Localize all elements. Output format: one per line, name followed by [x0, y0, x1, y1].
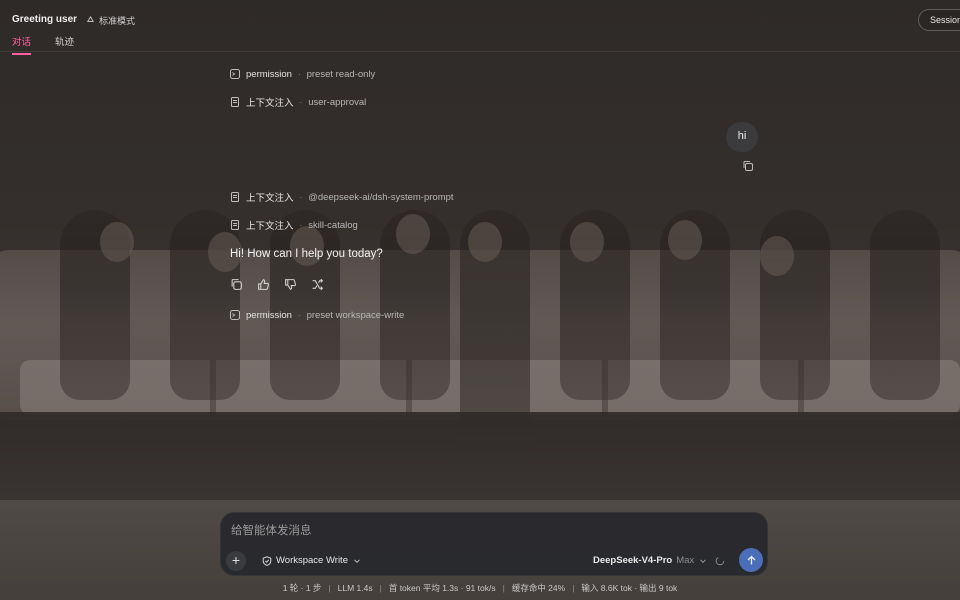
- separator-dot: ·: [299, 192, 303, 202]
- message-composer: + Workspace Write DeepSeek-V4-Pro Max: [220, 512, 768, 576]
- message-input[interactable]: [231, 521, 757, 541]
- status-llm: LLM 1.4s: [337, 583, 373, 593]
- arrow-up-icon: [747, 555, 755, 564]
- message-actions: [230, 278, 324, 291]
- tab-trajectory[interactable]: 轨迹: [55, 34, 74, 55]
- document-icon: [231, 220, 239, 230]
- status-cache: 缓存命中 24%: [511, 583, 566, 593]
- event-context-injection: 上下文注入 · @deepseek-ai/dsh-system-prompt: [230, 190, 454, 204]
- model-select[interactable]: DeepSeek-V4-Pro Max: [593, 555, 708, 566]
- event-value: @deepseek-ai/dsh-system-prompt: [308, 191, 454, 203]
- document-icon: [231, 97, 239, 107]
- status-io: 输入 8.6K tok · 输出 9 tok: [581, 583, 678, 593]
- separator-dot: ·: [299, 97, 303, 107]
- model-tier: Max: [676, 555, 695, 566]
- status-bar: 1 轮 · 1 步 | LLM 1.4s | 首 token 平均 1.3s · 91 …: [0, 582, 960, 594]
- event-key: 上下文注入: [246, 98, 294, 109]
- workspace-mode-label: Workspace Write: [276, 555, 348, 566]
- mode-label: 标准模式: [99, 16, 136, 26]
- event-permission: permission · preset read-only: [230, 67, 375, 81]
- event-value: preset workspace-write: [306, 309, 405, 321]
- page-title: Greeting user: [12, 14, 78, 25]
- chevron-down-icon: [700, 558, 707, 563]
- top-header: Greeting user 标准模式 对话 轨迹 Session log: [0, 0, 960, 55]
- assistant-message: Hi! How can I help you today?: [230, 248, 383, 260]
- model-name: DeepSeek-V4-Pro: [593, 555, 673, 566]
- send-button[interactable]: [739, 548, 763, 572]
- terminal-icon: [230, 310, 240, 320]
- document-icon: [231, 192, 239, 202]
- event-value: user-approval: [308, 96, 367, 108]
- status-separator: |: [502, 583, 505, 593]
- chevron-down-icon: [354, 558, 360, 563]
- session-log-button[interactable]: Session log: [918, 9, 960, 31]
- shield-icon: [262, 555, 272, 566]
- status-separator: |: [572, 583, 575, 593]
- separator-dot: ·: [297, 69, 301, 79]
- mode-indicator[interactable]: 标准模式: [86, 14, 135, 27]
- status-separator: |: [379, 583, 382, 593]
- copy-icon[interactable]: [230, 278, 243, 291]
- plus-icon: +: [231, 552, 241, 568]
- separator-dot: ·: [297, 310, 301, 320]
- event-key: permission: [246, 68, 292, 80]
- status-turns: 1 轮 · 1 步: [282, 583, 322, 593]
- attach-button[interactable]: +: [226, 551, 246, 571]
- tab-bar: 对话 轨迹: [12, 34, 74, 55]
- thumbs-down-icon[interactable]: [284, 278, 297, 291]
- event-value: preset read-only: [306, 68, 376, 80]
- tab-conversation[interactable]: 对话: [12, 34, 32, 55]
- branch-icon[interactable]: [311, 278, 324, 291]
- event-context-injection: 上下文注入 · skill-catalog: [230, 218, 358, 232]
- workspace-mode-select[interactable]: Workspace Write: [262, 555, 362, 566]
- thumbs-up-icon[interactable]: [257, 278, 270, 291]
- event-context-injection: 上下文注入 · user-approval: [230, 95, 366, 109]
- event-key: permission: [246, 309, 292, 321]
- event-key: 上下文注入: [246, 193, 294, 204]
- user-message-bubble: hi: [726, 122, 758, 152]
- recycle-icon: [87, 16, 94, 22]
- terminal-icon: [230, 69, 240, 79]
- status-first-token: 首 token 平均 1.3s · 91 tok/s: [388, 583, 496, 593]
- loading-spinner-icon: [715, 556, 725, 566]
- event-value: skill-catalog: [308, 219, 358, 231]
- separator-dot: ·: [299, 220, 303, 230]
- event-permission: permission · preset workspace-write: [230, 308, 404, 322]
- status-separator: |: [328, 583, 331, 593]
- event-key: 上下文注入: [246, 221, 294, 232]
- copy-icon[interactable]: [742, 160, 754, 172]
